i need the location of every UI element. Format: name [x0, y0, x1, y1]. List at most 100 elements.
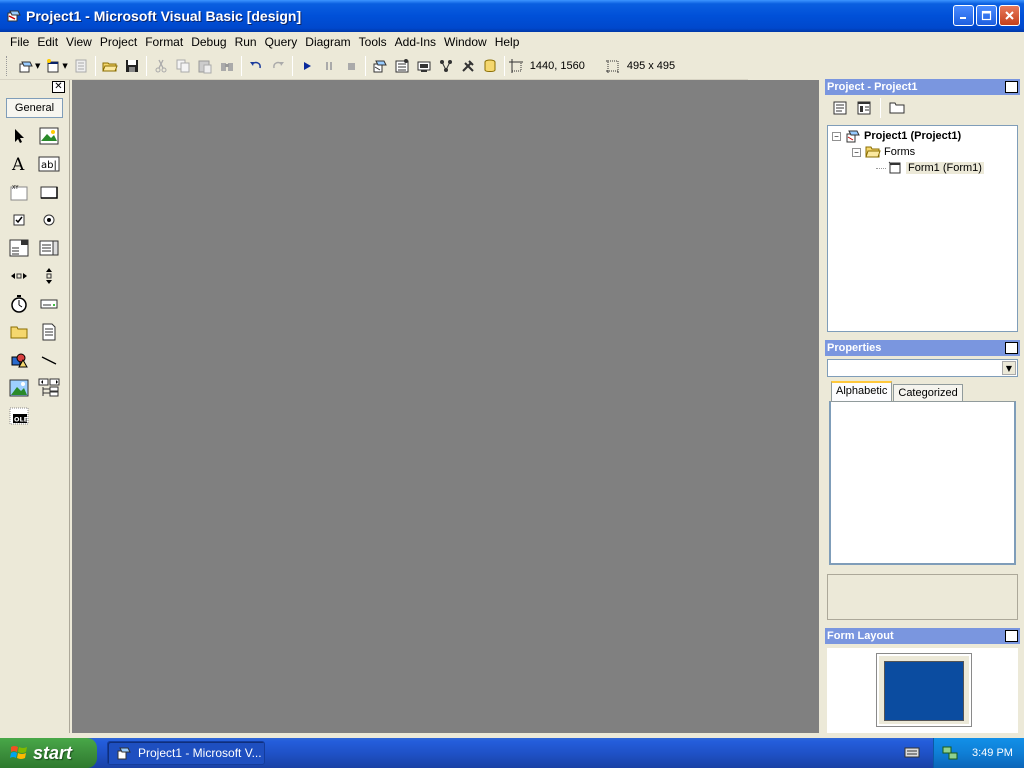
textbox-tool[interactable]: ab| [35, 150, 63, 178]
tree-node-forms[interactable]: − Forms [852, 144, 915, 160]
tab-alphabetic[interactable]: Alphabetic [831, 381, 893, 401]
menu-diagram[interactable]: Diagram [301, 35, 354, 49]
tree-node-form1[interactable]: Form1 (Form1) [876, 160, 984, 176]
view-object-button[interactable] [853, 97, 875, 119]
drivelistbox-tool[interactable] [35, 290, 63, 318]
shape-tool[interactable] [5, 346, 33, 374]
cut-button[interactable] [150, 55, 172, 77]
menu-run[interactable]: Run [231, 35, 261, 49]
hscrollbar-tool[interactable] [5, 262, 33, 290]
toolbox-button[interactable] [457, 55, 479, 77]
menu-editor-button[interactable] [70, 55, 92, 77]
menu-view[interactable]: View [62, 35, 96, 49]
view-code-button[interactable] [829, 97, 851, 119]
project-explorer-button[interactable] [369, 55, 391, 77]
frame-tool[interactable]: XY [5, 178, 33, 206]
label-tool[interactable]: A [5, 150, 33, 178]
break-button[interactable] [318, 55, 340, 77]
data-tool[interactable] [35, 374, 63, 402]
network-icon[interactable] [942, 745, 958, 761]
data-view-button[interactable] [479, 55, 501, 77]
menu-add-ins[interactable]: Add-Ins [391, 35, 440, 49]
add-project-button[interactable] [15, 55, 37, 77]
menu-edit[interactable]: Edit [33, 35, 62, 49]
taskbar-item-vb[interactable]: Project1 - Microsoft V... [107, 741, 265, 765]
property-grid[interactable] [829, 401, 1016, 565]
monitor-screen[interactable] [884, 661, 964, 721]
timer-tool[interactable] [5, 290, 33, 318]
menu-format[interactable]: Format [141, 35, 187, 49]
start-button[interactable]: start [0, 738, 97, 768]
toggle-folders-button[interactable] [886, 97, 908, 119]
paste-button[interactable] [194, 55, 216, 77]
menu-file[interactable]: File [6, 35, 33, 49]
view-object-icon [857, 101, 871, 115]
save-icon [125, 59, 138, 72]
close-button[interactable] [999, 5, 1020, 26]
title-bar[interactable]: Project1 - Microsoft Visual Basic [desig… [0, 0, 1024, 32]
end-button[interactable] [340, 55, 362, 77]
dirlistbox-tool[interactable] [5, 318, 33, 346]
ole-tool[interactable]: OLE [5, 402, 33, 430]
collapse-icon[interactable]: − [832, 131, 841, 141]
object-selector-combo[interactable]: ▼ [827, 359, 1018, 377]
properties-close-button[interactable]: ✕ [1005, 342, 1018, 354]
toolbar-separator [291, 55, 293, 76]
menu-query[interactable]: Query [261, 35, 302, 49]
pointer-tool[interactable] [5, 122, 33, 150]
add-form-dropdown-icon[interactable]: ▼ [62, 62, 67, 70]
tree-node-project[interactable]: − Project1 (Project1) [832, 128, 961, 144]
keyboard-icon[interactable] [904, 745, 920, 759]
redo-icon [272, 61, 284, 68]
optionbutton-tool[interactable] [35, 206, 63, 234]
find-button[interactable] [216, 55, 238, 77]
form-layout-panel: Form Layout ✕ [825, 628, 1020, 733]
toolbox-tab-general[interactable]: General [6, 98, 63, 118]
toolbar-separator [503, 55, 505, 76]
menu-editor-icon [75, 59, 87, 72]
object-browser-button[interactable] [435, 55, 457, 77]
checkbox-tool[interactable] [5, 206, 33, 234]
minimize-button[interactable] [953, 5, 974, 26]
vscrollbar-tool[interactable] [35, 262, 63, 290]
clock[interactable]: 3:49 PM [972, 747, 1013, 759]
object-selector-dropdown[interactable]: ▼ [1002, 361, 1016, 375]
collapse-icon[interactable]: − [852, 147, 861, 157]
toolbar-grip[interactable] [6, 55, 9, 76]
commandbutton-tool[interactable] [35, 178, 63, 206]
properties-icon [395, 58, 409, 72]
redo-button[interactable] [267, 55, 289, 77]
label-icon: A [11, 155, 25, 174]
project-explorer-close-button[interactable]: ✕ [1005, 81, 1018, 93]
save-project-button[interactable] [121, 55, 143, 77]
line-tool[interactable] [35, 346, 63, 374]
menu-debug[interactable]: Debug [187, 35, 230, 49]
open-project-button[interactable] [99, 55, 121, 77]
combobox-tool[interactable] [5, 234, 33, 262]
properties-window-button[interactable] [391, 55, 413, 77]
add-project-dropdown-icon[interactable]: ▼ [35, 62, 40, 70]
copy-button[interactable] [172, 55, 194, 77]
start-button[interactable] [296, 55, 318, 77]
mdi-workspace[interactable] [72, 80, 819, 733]
menu-tools[interactable]: Tools [355, 35, 391, 49]
menu-bar: File Edit View Project Format Debug Run … [0, 32, 1024, 52]
vb-project-icon [846, 130, 860, 143]
toolbox-close-button[interactable]: ✕ [52, 81, 65, 93]
add-form-button[interactable] [42, 55, 64, 77]
filelistbox-tool[interactable] [35, 318, 63, 346]
menu-window[interactable]: Window [440, 35, 491, 49]
menu-project[interactable]: Project [96, 35, 141, 49]
form-layout-button[interactable] [413, 55, 435, 77]
form-layout-body[interactable] [827, 648, 1018, 733]
menu-help[interactable]: Help [491, 35, 524, 49]
project-tree[interactable]: − Project1 (Project1) − Forms Form1 (For… [827, 125, 1018, 332]
maximize-button[interactable] [976, 5, 997, 26]
listbox-tool[interactable] [35, 234, 63, 262]
image-tool[interactable] [5, 374, 33, 402]
picturebox-tool[interactable] [35, 122, 63, 150]
chevron-down-icon: ▼ [1005, 363, 1013, 373]
undo-button[interactable] [245, 55, 267, 77]
tab-categorized[interactable]: Categorized [893, 384, 963, 401]
form-layout-close-button[interactable]: ✕ [1005, 630, 1018, 642]
